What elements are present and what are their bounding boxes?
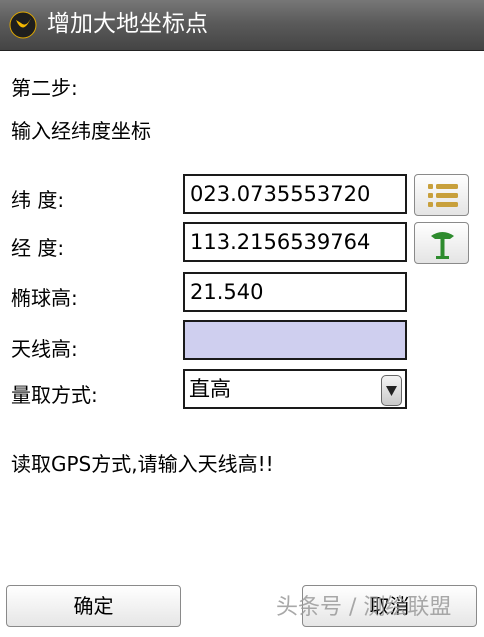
gps-antenna-icon bbox=[431, 232, 454, 259]
ellipsoid-height-input[interactable]: 21.540 bbox=[183, 272, 407, 312]
app-logo-icon bbox=[9, 11, 37, 39]
measure-method-select[interactable]: 直高 bbox=[183, 369, 407, 409]
latitude-label: 纬 度: bbox=[11, 188, 65, 212]
status-message: 读取GPS方式,请输入天线高!! bbox=[11, 452, 274, 476]
dropdown-arrow-icon[interactable] bbox=[381, 375, 402, 406]
measure-method-value: 直高 bbox=[189, 377, 231, 401]
window-title: 增加大地坐标点 bbox=[47, 11, 208, 37]
antenna-height-label: 天线高: bbox=[11, 337, 78, 361]
step-instruction: 输入经纬度坐标 bbox=[11, 119, 151, 143]
gps-button[interactable] bbox=[414, 222, 469, 264]
watermark: 头条号 / 测绘联盟 bbox=[276, 595, 452, 620]
measure-method-label: 量取方式: bbox=[11, 383, 98, 407]
confirm-button[interactable]: 确定 bbox=[6, 585, 181, 627]
antenna-height-input[interactable] bbox=[183, 320, 407, 360]
list-button[interactable] bbox=[414, 174, 469, 216]
step-label: 第二步: bbox=[11, 76, 78, 100]
longitude-label: 经 度: bbox=[11, 236, 65, 260]
longitude-input[interactable]: 113.2156539764 bbox=[183, 222, 407, 262]
ellipsoid-height-label: 椭球高: bbox=[11, 286, 78, 310]
latitude-input[interactable]: 023.0735553720 bbox=[183, 174, 407, 214]
title-bar: 增加大地坐标点 bbox=[0, 0, 484, 51]
list-icon bbox=[428, 184, 458, 207]
